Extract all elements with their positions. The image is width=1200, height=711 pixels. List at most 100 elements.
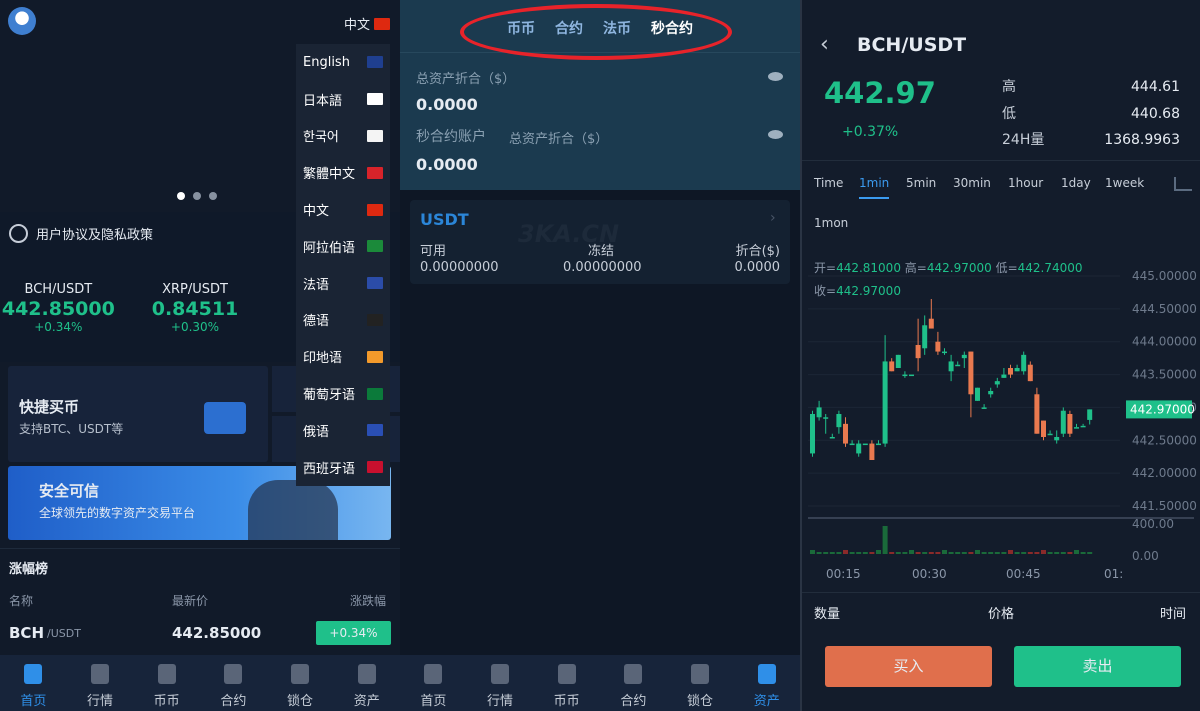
tab-contract[interactable]: 合约: [600, 655, 667, 711]
volume-bar: [816, 552, 822, 554]
volume-bar: [955, 552, 961, 554]
sell-button[interactable]: 卖出: [1014, 646, 1181, 687]
globe-icon: [9, 224, 28, 243]
candle: [1054, 430, 1060, 444]
close-readout: 收=442.97000: [814, 284, 901, 298]
tab-flame[interactable]: 首页: [400, 655, 467, 711]
chevron-right-icon[interactable]: ›: [770, 210, 776, 226]
tab-lock[interactable]: 锁仓: [267, 655, 334, 711]
language-option[interactable]: 印地语: [296, 338, 390, 375]
ticker-item[interactable]: XRP/USDT 0.84511 +0.30%: [127, 282, 264, 334]
eye-icon[interactable]: [768, 72, 783, 81]
tab-label: 合约: [620, 694, 647, 709]
volume-bar: [922, 552, 928, 554]
ranking-title: 涨幅榜: [9, 562, 49, 577]
trade-screen: ‹ BCH/USDT 442.97 +0.37% 高 低 24H量 444.61…: [800, 0, 1200, 711]
col-time: 时间: [1160, 607, 1187, 622]
tab-label: 合约: [220, 694, 247, 709]
back-icon[interactable]: ‹: [820, 32, 829, 57]
timeframe-tab[interactable]: 1day: [1061, 176, 1091, 197]
language-option[interactable]: 葡萄牙语: [296, 375, 390, 412]
tab-chart[interactable]: 行情: [467, 655, 534, 711]
eye-icon[interactable]: [768, 130, 783, 139]
volume-bar: [1008, 550, 1013, 554]
volume-bar: [849, 552, 855, 554]
language-option[interactable]: 日本語: [296, 81, 390, 118]
y-tick-label: 443.50000: [1132, 368, 1197, 382]
lock-icon: [691, 664, 710, 684]
tab-label: 首页: [420, 694, 447, 709]
col-quantity: 数量: [814, 607, 841, 622]
tab-wallet[interactable]: 资产: [733, 655, 800, 711]
volume-bar: [876, 550, 881, 554]
bottom-tab-bar: 首页 行情 币币 合约 锁仓 资产: [400, 655, 800, 711]
buy-button[interactable]: 买入: [825, 646, 992, 687]
ticker-item[interactable]: BCH/USDT 442.85000 +0.34%: [0, 282, 127, 334]
flag-icon: [367, 166, 383, 179]
volume-bar: [902, 552, 908, 554]
language-option[interactable]: English: [296, 44, 390, 81]
language-option[interactable]: 法语: [296, 265, 390, 302]
volume-bar: [829, 552, 835, 554]
language-option[interactable]: 繁體中文: [296, 154, 390, 191]
indicator-icon[interactable]: [1174, 177, 1192, 191]
volume-bar: [975, 550, 980, 554]
ranking-row[interactable]: BCH /USDT 442.85000 +0.34%: [0, 620, 400, 646]
notice-text: 用户协议及隐私政策: [36, 228, 154, 243]
notice-bar[interactable]: 用户协议及隐私政策: [9, 224, 153, 243]
coin-card[interactable]: USDT 3KA.CN › 可用 冻结 折合($) 0.00000000 0.0…: [410, 200, 790, 284]
carousel-dot[interactable]: [209, 192, 217, 200]
tab-label: 行情: [487, 694, 514, 709]
tab-label: 行情: [87, 694, 114, 709]
candlestick-chart[interactable]: 445.00000444.50000444.00000443.50000443.…: [802, 248, 1200, 588]
language-switcher[interactable]: 中文: [344, 14, 391, 33]
candle: [1008, 364, 1013, 378]
language-option[interactable]: 西班牙语: [296, 449, 390, 486]
lock-icon: [291, 664, 310, 684]
volume-tick-label: 0.00: [1132, 549, 1159, 563]
y-tick-label: 442.00000: [1132, 466, 1197, 480]
language-option[interactable]: 阿拉伯语: [296, 228, 390, 265]
volume-bar: [1087, 552, 1093, 554]
timeframe-tab[interactable]: 1week: [1105, 176, 1144, 197]
language-option[interactable]: 俄语: [296, 412, 390, 449]
exchange-icon: [557, 664, 576, 684]
timeframe-tab[interactable]: 1mon: [814, 216, 848, 237]
language-label: 德语: [303, 314, 330, 330]
volume-label: 24H量: [1002, 132, 1045, 148]
tab-chart[interactable]: 行情: [67, 655, 134, 711]
ticker-pair: XRP/USDT: [162, 282, 228, 297]
language-option[interactable]: 德语: [296, 302, 390, 339]
tab-contract[interactable]: 合约: [200, 655, 267, 711]
language-label: 繁體中文: [303, 167, 356, 183]
language-option[interactable]: 한국어: [296, 118, 390, 155]
timeframe-tab[interactable]: 5min: [906, 176, 936, 197]
ticker-price: 0.84511: [151, 298, 239, 320]
timeframe-tab[interactable]: 30min: [953, 176, 991, 197]
carousel-dot[interactable]: [193, 192, 201, 200]
tab-lock[interactable]: 锁仓: [667, 655, 734, 711]
banner-carousel-dots[interactable]: [177, 192, 217, 200]
tab-wallet[interactable]: 资产: [333, 655, 400, 711]
language-label: 葡萄牙语: [303, 388, 356, 404]
language-option[interactable]: 中文: [296, 191, 390, 228]
total-assets-value: 0.0000: [416, 95, 478, 114]
tab-exchange[interactable]: 币币: [133, 655, 200, 711]
volume-bar: [1027, 552, 1033, 554]
security-subtitle: 全球领先的数字资产交易平台: [39, 506, 196, 520]
volume-bar: [1021, 552, 1027, 554]
volume-bar: [810, 550, 815, 554]
language-label: 阿拉伯语: [303, 240, 356, 256]
timeframe-tab[interactable]: Time: [814, 176, 843, 197]
volume-bar: [823, 552, 829, 554]
candle: [994, 377, 1000, 388]
flag-icon: [367, 387, 383, 400]
tab-exchange[interactable]: 币币: [533, 655, 600, 711]
timeframe-tab[interactable]: 1min: [859, 176, 890, 199]
y-tick-label: 444.50000: [1132, 302, 1197, 316]
tab-flame[interactable]: 首页: [0, 655, 67, 711]
quick-buy-card[interactable]: 快捷买币 支持BTC、USDT等: [8, 366, 268, 462]
language-label: 中文: [303, 204, 330, 220]
timeframe-tab[interactable]: 1hour: [1008, 176, 1043, 197]
carousel-dot[interactable]: [177, 192, 185, 200]
